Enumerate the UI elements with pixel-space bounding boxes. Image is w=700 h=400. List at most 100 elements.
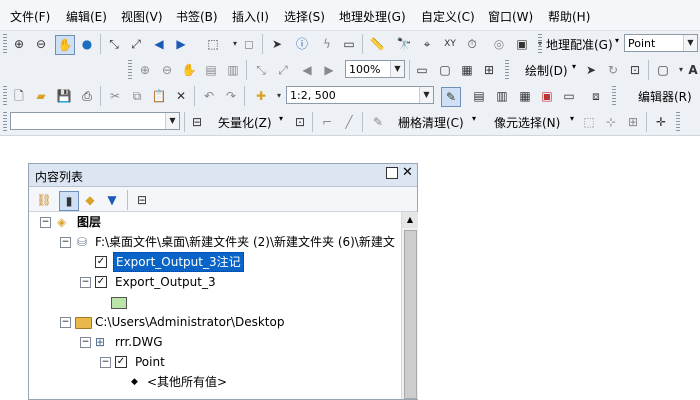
menu-file[interactable]: 文件(F) bbox=[10, 8, 50, 25]
vectorization-trace-icon[interactable]: ⌐ bbox=[318, 113, 336, 131]
save-icon[interactable]: 💾 bbox=[55, 87, 73, 105]
find-route-icon[interactable]: ⌖ bbox=[418, 35, 436, 53]
drawing-menu[interactable]: 绘制(D) bbox=[525, 62, 568, 79]
clear-selection-icon[interactable]: ◻ bbox=[240, 35, 258, 53]
text-icon[interactable]: A bbox=[684, 61, 700, 79]
table-of-contents-icon[interactable]: ▤ bbox=[470, 87, 488, 105]
identify-icon[interactable]: ⓘ bbox=[293, 35, 311, 53]
dropdown-arrow-icon[interactable]: ▾ bbox=[472, 114, 476, 123]
next-extent-icon[interactable]: ▶ bbox=[320, 61, 338, 79]
raster-painting-icon[interactable]: ✎ bbox=[369, 113, 387, 131]
create-viewer-icon[interactable]: ▣ bbox=[513, 35, 531, 53]
select-elements-icon[interactable]: ➤ bbox=[582, 61, 600, 79]
rotate-icon[interactable]: ↻ bbox=[604, 61, 622, 79]
menu-insert[interactable]: 插入(I) bbox=[232, 8, 269, 25]
dropdown-arrow-icon[interactable]: ▾ bbox=[279, 114, 283, 123]
select-connected-cells-icon[interactable]: ⬚ bbox=[580, 113, 598, 131]
toc-options-icon[interactable]: ⊟ bbox=[133, 191, 151, 209]
dropdown-arrow-icon[interactable]: ▾ bbox=[570, 114, 574, 123]
menu-view[interactable]: 视图(V) bbox=[121, 8, 163, 25]
toolbar-grip[interactable] bbox=[538, 34, 542, 54]
toolbar-grip[interactable] bbox=[3, 86, 7, 106]
raster-layer-combo[interactable]: ▼ bbox=[10, 112, 180, 130]
fixed-zoom-in-icon[interactable]: ⤡ bbox=[105, 35, 123, 53]
menu-bookmarks[interactable]: 书签(B) bbox=[176, 8, 218, 25]
chevron-down-icon[interactable]: ▼ bbox=[390, 61, 404, 77]
arctoolbox-icon[interactable]: ▣ bbox=[538, 87, 556, 105]
vectorization-menu[interactable]: 矢量化(Z) bbox=[218, 114, 272, 131]
layout-pan-icon[interactable]: ✋ bbox=[180, 61, 198, 79]
georef-layer-combo[interactable]: Point ▼ bbox=[624, 34, 698, 52]
previous-extent-icon[interactable]: ◀ bbox=[298, 61, 316, 79]
toolbar-grip[interactable] bbox=[3, 34, 7, 54]
select-elements-icon[interactable]: ➤ bbox=[268, 35, 286, 53]
add-data-icon[interactable]: ✚ bbox=[252, 87, 270, 105]
dock-icon[interactable] bbox=[386, 167, 398, 179]
menu-customize[interactable]: 自定义(C) bbox=[421, 8, 475, 25]
model-builder-icon[interactable]: ⧈ bbox=[587, 87, 605, 105]
time-slider-icon[interactable]: ⏱ bbox=[463, 35, 481, 53]
zoom-out-icon[interactable]: ⊖ bbox=[32, 35, 50, 53]
zoom-100-icon[interactable]: ▥ bbox=[224, 61, 242, 79]
rectangle-icon[interactable]: ▢ bbox=[654, 61, 672, 79]
scroll-up-icon[interactable]: ▲ bbox=[402, 212, 418, 228]
cell-selection-tool-icon[interactable]: ⊞ bbox=[624, 113, 642, 131]
menu-windows[interactable]: 窗口(W) bbox=[488, 8, 533, 25]
pan-icon[interactable]: ✋ bbox=[55, 35, 75, 55]
annotation-layer-label[interactable]: Export_Output_3注记 bbox=[113, 252, 244, 272]
fixed-zoom-out-icon[interactable]: ⤢ bbox=[274, 61, 292, 79]
toolbar-grip[interactable] bbox=[128, 60, 132, 80]
visibility-checkbox[interactable]: ✓ bbox=[95, 256, 107, 268]
open-folder-icon[interactable]: ▰ bbox=[32, 87, 50, 105]
undo-icon[interactable]: ↶ bbox=[200, 87, 218, 105]
trace-between-points-icon[interactable]: ╱ bbox=[340, 113, 358, 131]
chevron-down-icon[interactable]: ▼ bbox=[165, 113, 179, 129]
fixed-zoom-in-icon[interactable]: ⤡ bbox=[252, 61, 270, 79]
cell-selection-menu[interactable]: 像元选择(N) bbox=[494, 114, 560, 131]
map-scale-combo[interactable]: 1:2, 500 ▼ bbox=[286, 86, 434, 104]
change-layout-icon[interactable]: ▦ bbox=[458, 61, 476, 79]
close-icon[interactable]: ✕ bbox=[402, 165, 413, 180]
toc-vertical-scrollbar[interactable]: ▲ bbox=[401, 212, 418, 399]
search-window-icon[interactable]: ▦ bbox=[516, 87, 534, 105]
back-icon[interactable]: ◀ bbox=[150, 35, 168, 53]
list-by-selection-icon[interactable]: ▼ bbox=[103, 191, 121, 209]
list-by-visibility-icon[interactable]: ◆ bbox=[81, 191, 99, 209]
goto-xy-icon[interactable]: XY bbox=[441, 35, 459, 53]
python-window-icon[interactable]: ▭ bbox=[560, 87, 578, 105]
chevron-down-icon[interactable]: ▼ bbox=[419, 87, 433, 103]
data-driven-pages-icon[interactable]: ⊞ bbox=[480, 61, 498, 79]
scroll-thumb[interactable] bbox=[404, 230, 417, 399]
print-icon[interactable]: ⎙ bbox=[78, 87, 96, 105]
toggle-draft-mode-icon[interactable]: ▭ bbox=[413, 61, 431, 79]
delete-icon[interactable]: ✕ bbox=[172, 87, 190, 105]
chevron-down-icon[interactable]: ▼ bbox=[683, 35, 697, 51]
find-icon[interactable]: 🔭 bbox=[395, 35, 413, 53]
collapse-icon[interactable]: − bbox=[80, 337, 91, 348]
catalog-icon[interactable]: ▥ bbox=[493, 87, 511, 105]
list-by-drawing-order-icon[interactable]: ⛓ bbox=[35, 191, 53, 209]
collapse-icon[interactable]: − bbox=[60, 237, 71, 248]
raster-cleanup-menu[interactable]: 栅格清理(C) bbox=[398, 114, 464, 131]
new-document-icon[interactable]: 🗋 bbox=[10, 87, 28, 105]
measure-icon[interactable]: 📏 bbox=[368, 35, 386, 53]
polygon-symbol-swatch[interactable] bbox=[111, 297, 127, 309]
fixed-zoom-out-icon[interactable]: ⤢ bbox=[127, 35, 145, 53]
menu-selection[interactable]: 选择(S) bbox=[284, 8, 325, 25]
toolbar-grip[interactable] bbox=[612, 86, 616, 106]
focus-data-frame-icon[interactable]: ▢ bbox=[436, 61, 454, 79]
menu-edit[interactable]: 编辑(E) bbox=[66, 8, 107, 25]
paste-icon[interactable]: 📋 bbox=[150, 87, 168, 105]
list-by-source-icon[interactable]: ▮ bbox=[59, 191, 79, 211]
full-extent-icon[interactable]: ● bbox=[78, 35, 96, 53]
vectorize-settings-icon[interactable]: ⊡ bbox=[291, 113, 309, 131]
redo-icon[interactable]: ↷ bbox=[222, 87, 240, 105]
layout-zoom-combo[interactable]: 100% ▼ bbox=[345, 60, 405, 78]
hyperlink-icon[interactable]: ϟ bbox=[318, 35, 336, 53]
dropdown-arrow-icon[interactable]: ▾ bbox=[615, 36, 619, 45]
visibility-checkbox[interactable]: ✓ bbox=[115, 356, 127, 368]
menu-help[interactable]: 帮助(H) bbox=[548, 8, 590, 25]
layout-zoom-out-icon[interactable]: ⊖ bbox=[158, 61, 176, 79]
toolbar-grip[interactable] bbox=[676, 112, 680, 132]
copy-icon[interactable]: ⧉ bbox=[128, 87, 146, 105]
